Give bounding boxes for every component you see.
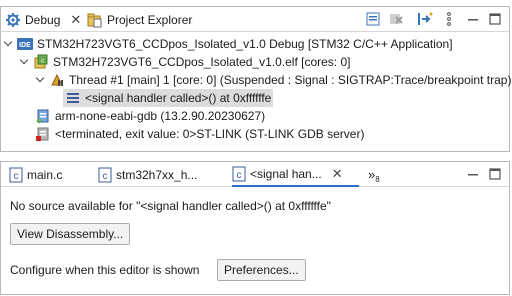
gdb-process-icon <box>35 108 51 124</box>
c-file-icon: c <box>9 167 23 183</box>
project-explorer-icon <box>87 12 103 28</box>
maximize-icon[interactable] <box>487 11 503 27</box>
editor-panel: c main.c c stm32h7xx_h... c <signal han.… <box>0 161 510 295</box>
debug-tab-bar: Debug ✕ Project Explorer <box>1 7 509 32</box>
tree-item-thread[interactable]: Thread #1 [main] 1 [core: 0] (Suspended … <box>35 71 511 89</box>
tree-item-label: <signal handler called>() at 0xffffffe <box>85 91 272 105</box>
tab-signal-handler[interactable]: c <signal han... ✕ <box>232 162 359 187</box>
view-disassembly-button[interactable]: View Disassembly... <box>10 223 131 245</box>
view-menu-icon[interactable] <box>441 11 457 27</box>
tab-stm32h7xx[interactable]: c stm32h7xx_h... <box>98 162 197 187</box>
tree-item-label: STM32H723VGT6_CCDpos_Isolated_v1.0.elf [… <box>53 55 351 69</box>
close-icon[interactable]: ✕ <box>332 166 343 182</box>
close-icon[interactable]: ✕ <box>70 12 81 28</box>
remove-terminated-icon[interactable] <box>388 11 404 27</box>
configure-label: Configure when this editor is shown <box>10 263 200 277</box>
debug-panel: Debug ✕ Project Explorer IDE STM32H723VG… <box>0 6 511 152</box>
tab-debug[interactable]: Debug ✕ <box>5 7 81 32</box>
tree-item-label: arm-none-eabi-gdb (13.2.90.20230627) <box>55 109 266 123</box>
chevron-down-icon[interactable] <box>19 56 31 68</box>
svg-text:c: c <box>14 171 19 182</box>
tree-item-stack-frame[interactable]: <signal handler called>() at 0xffffffe <box>63 89 274 107</box>
c-file-icon: c <box>232 166 246 182</box>
svg-text:c: c <box>41 59 44 65</box>
tab-overflow[interactable]: » 8 <box>368 162 380 187</box>
tree-item-label: Thread #1 [main] 1 [core: 0] (Suspended … <box>69 73 512 87</box>
c-file-icon: c <box>98 167 112 183</box>
tab-label: <signal han... <box>250 166 322 181</box>
terminated-process-icon <box>35 126 51 142</box>
maximize-icon[interactable] <box>487 166 503 182</box>
tab-project-explorer[interactable]: Project Explorer <box>87 7 192 32</box>
preferences-button[interactable]: Preferences... <box>217 259 306 281</box>
tree-item-stlink[interactable]: <terminated, exit value: 0>ST-LINK (ST-L… <box>33 125 364 143</box>
collapse-all-icon[interactable] <box>365 11 381 27</box>
tree-item-gdb[interactable]: arm-none-eabi-gdb (13.2.90.20230627) <box>33 107 265 125</box>
chevron-down-icon[interactable] <box>3 38 15 50</box>
tab-main-c[interactable]: c main.c <box>9 162 62 187</box>
tree-item-elf[interactable]: c STM32H723VGT6_CCDpos_Isolated_v1.0.elf… <box>19 53 350 71</box>
step-into-icon[interactable] <box>417 11 433 27</box>
svg-text:c: c <box>237 170 242 181</box>
tree-item-label: STM32H723VGT6_CCDpos_Isolated_v1.0 Debug… <box>37 37 453 51</box>
minimize-icon[interactable] <box>465 166 481 182</box>
tab-label: stm32h7xx_h... <box>116 167 198 182</box>
svg-text:IDE: IDE <box>19 42 31 49</box>
tree-item-launch[interactable]: IDE STM32H723VGT6_CCDpos_Isolated_v1.0 D… <box>3 35 453 53</box>
suspended-thread-icon <box>49 72 65 88</box>
editor-tab-bar: c main.c c stm32h7xx_h... c <signal han.… <box>1 162 509 187</box>
tab-debug-label: Debug <box>25 12 61 27</box>
minimize-icon[interactable] <box>465 11 481 27</box>
no-source-message: No source available for "<signal handler… <box>10 199 331 213</box>
chevron-down-icon[interactable] <box>35 74 47 86</box>
svg-text:c: c <box>103 171 108 182</box>
tab-label: main.c <box>27 167 63 182</box>
overflow-count: 8 <box>375 175 380 184</box>
tree-item-label: <terminated, exit value: 0>ST-LINK (ST-L… <box>55 127 365 141</box>
debug-gear-icon <box>5 12 21 28</box>
ide-launch-icon: IDE <box>17 36 33 52</box>
process-icon: c <box>33 54 49 70</box>
stack-frame-icon <box>65 90 81 106</box>
chevron-right-double-icon: » <box>368 167 376 182</box>
tab-project-explorer-label: Project Explorer <box>107 12 193 27</box>
